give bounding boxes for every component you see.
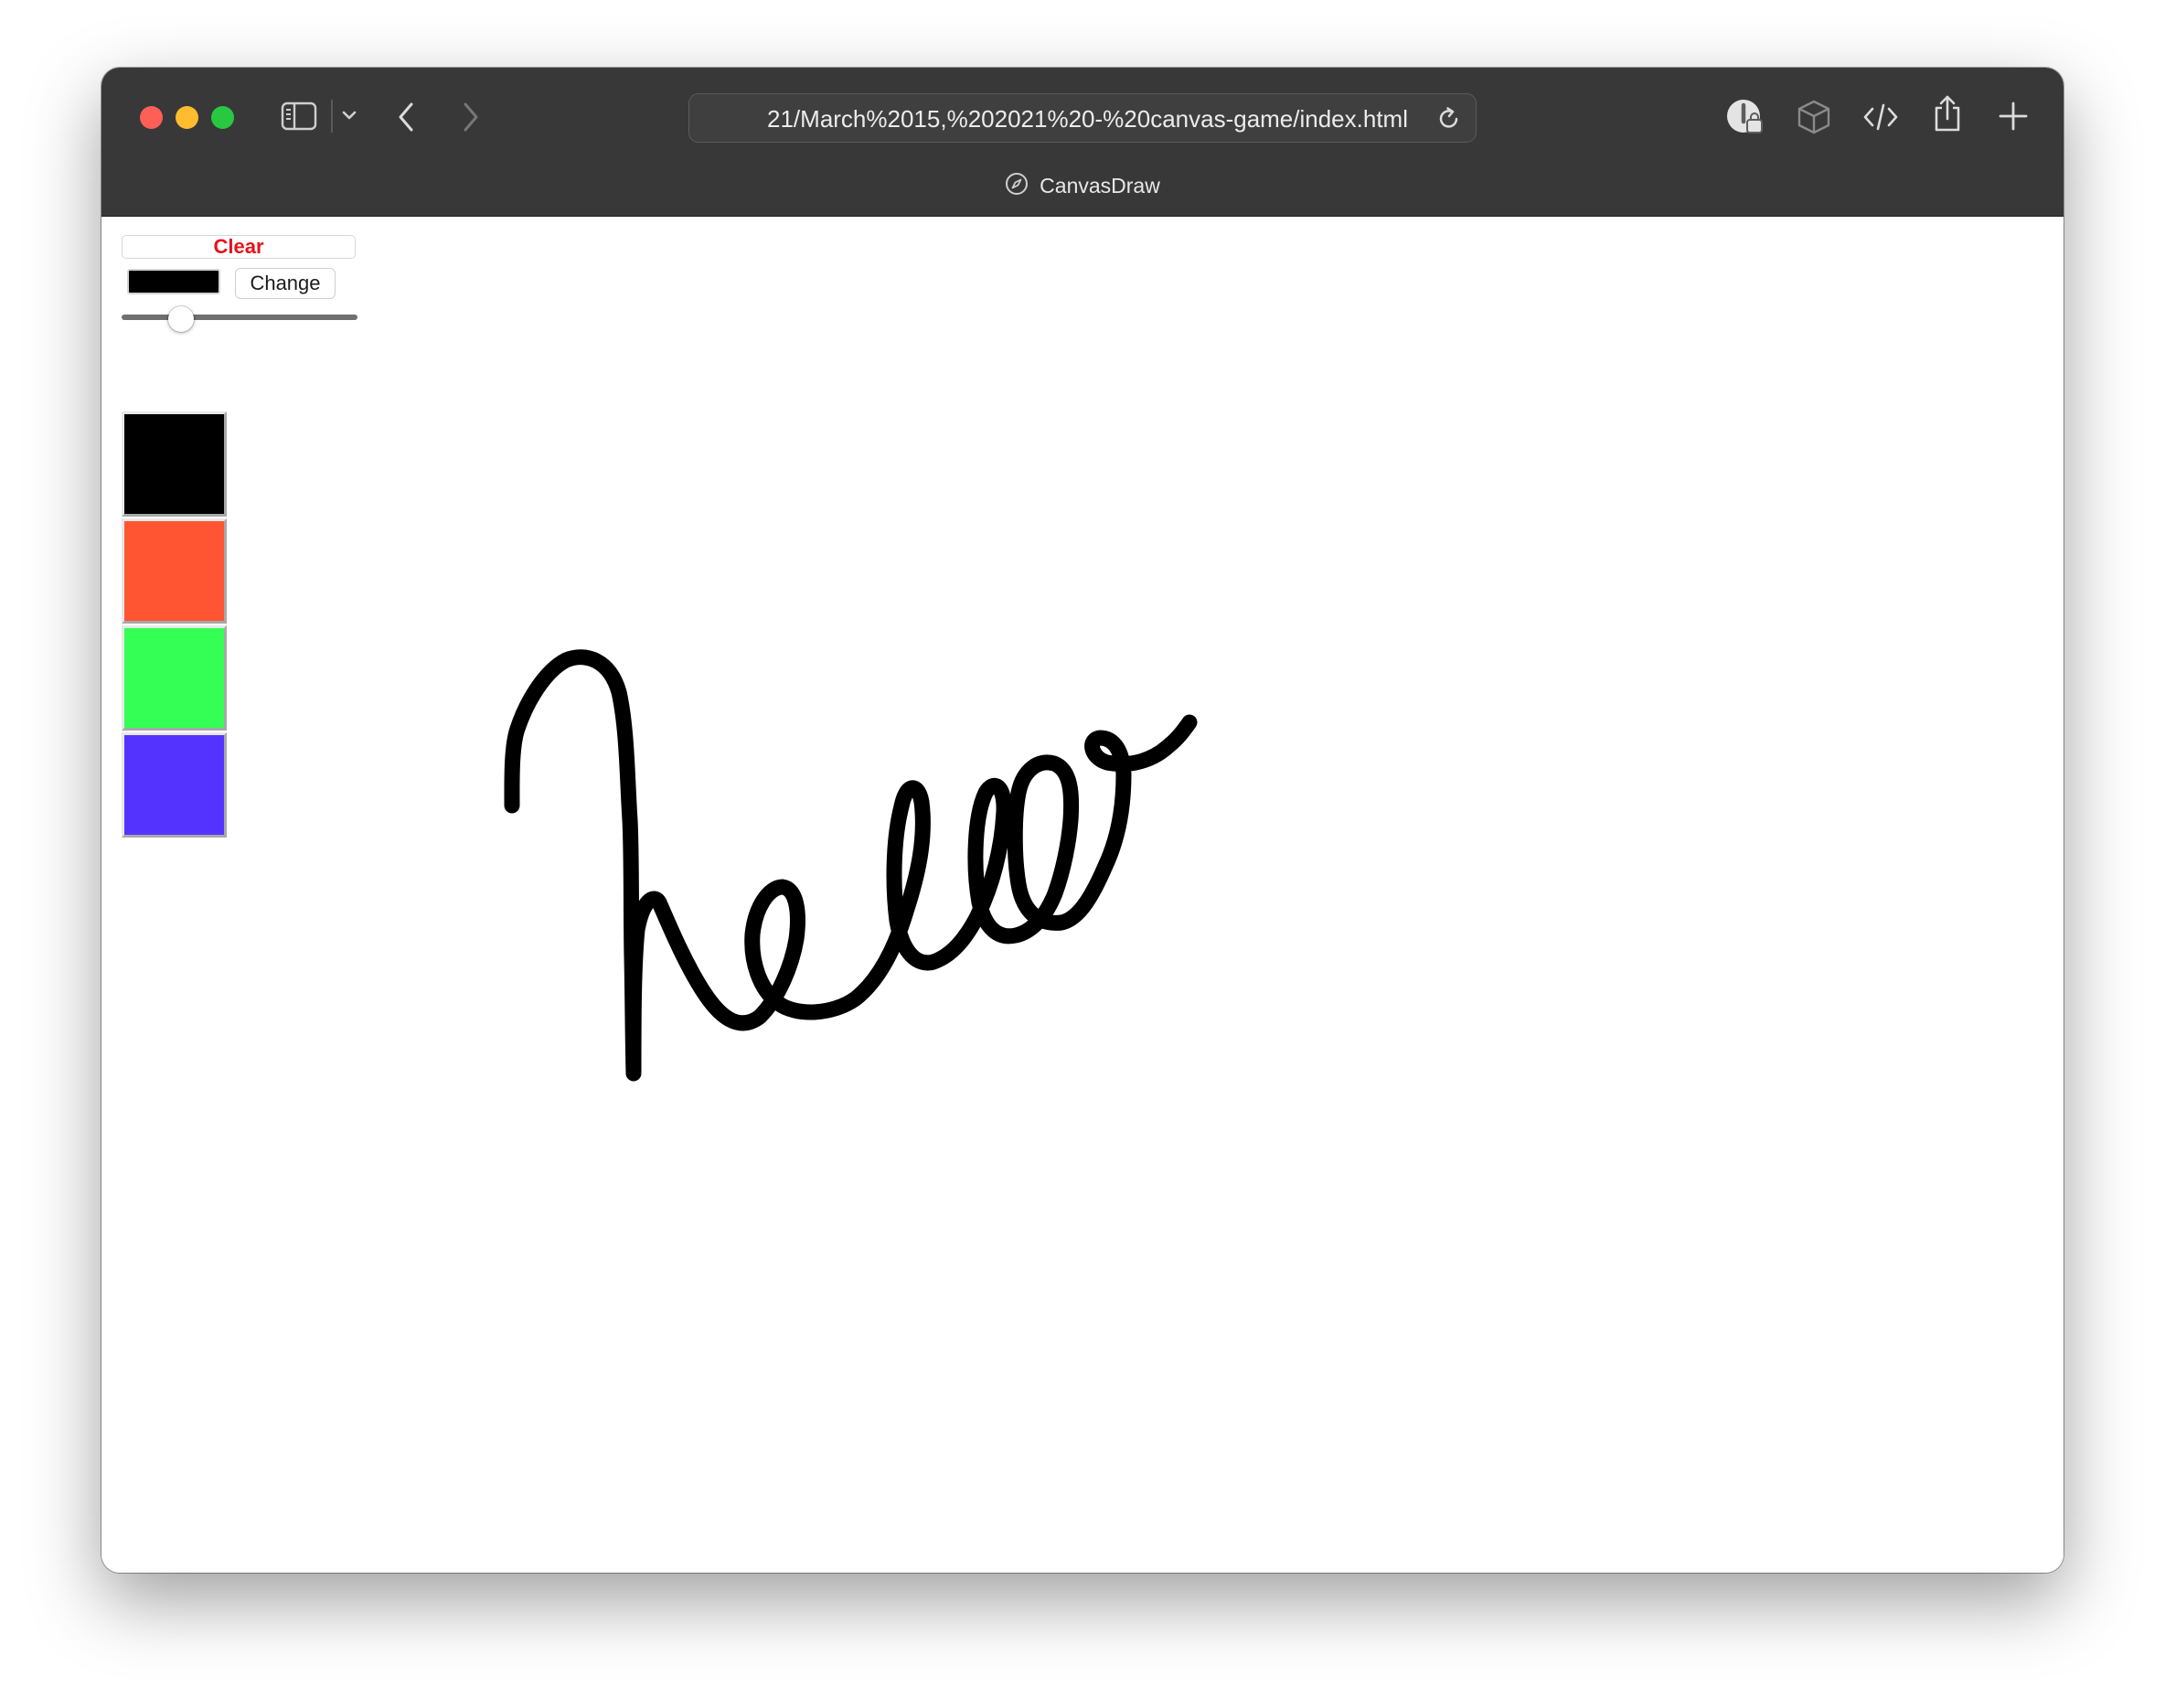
palette-color-blue[interactable]: [122, 732, 227, 838]
chevron-left-icon[interactable]: [396, 100, 418, 134]
zoom-window-button[interactable]: [211, 106, 234, 129]
reload-icon[interactable]: [1435, 105, 1463, 137]
tab-title-text: CanvasDraw: [1040, 173, 1160, 197]
address-bar[interactable]: 21/March%2015,%202021%20-%20canvas-game/…: [688, 93, 1477, 143]
current-color-swatch[interactable]: [127, 269, 220, 294]
desktop: 21/March%2015,%202021%20-%20canvas-game/…: [0, 0, 2165, 1708]
drawn-stroke: [504, 649, 1198, 1082]
minimize-window-button[interactable]: [176, 106, 198, 129]
plus-icon[interactable]: [1998, 101, 2029, 132]
page-content: Clear Change: [101, 217, 2064, 1573]
palette-color-black[interactable]: [122, 411, 227, 517]
tab-title[interactable]: CanvasDraw: [101, 170, 2064, 201]
palette-color-orange[interactable]: [122, 518, 227, 624]
extension-icon[interactable]: [1725, 98, 1764, 136]
compass-icon: [1005, 172, 1029, 200]
sidebar-separator: [331, 100, 333, 133]
browser-window: 21/March%2015,%202021%20-%20canvas-game/…: [101, 68, 2064, 1573]
palette-color-green[interactable]: [122, 625, 227, 731]
sidebar-icon[interactable]: [281, 101, 317, 131]
chevron-right-icon[interactable]: [459, 100, 481, 134]
cube-icon[interactable]: [1795, 98, 1833, 136]
color-palette: [122, 411, 227, 839]
change-color-button[interactable]: Change: [235, 268, 336, 299]
brush-size-slider-track[interactable]: [122, 315, 357, 320]
drawing-canvas[interactable]: [101, 217, 2064, 1573]
brush-size-slider[interactable]: [122, 306, 357, 332]
share-icon[interactable]: [1931, 93, 1964, 133]
code-icon[interactable]: [1862, 101, 1899, 133]
clear-button[interactable]: Clear: [122, 235, 356, 259]
chevron-down-icon[interactable]: [341, 108, 357, 123]
browser-toolbar: 21/March%2015,%202021%20-%20canvas-game/…: [101, 68, 2064, 217]
close-window-button[interactable]: [140, 106, 163, 129]
address-bar-url: 21/March%2015,%202021%20-%20canvas-game/…: [767, 105, 1408, 133]
brush-size-slider-thumb[interactable]: [167, 306, 194, 332]
